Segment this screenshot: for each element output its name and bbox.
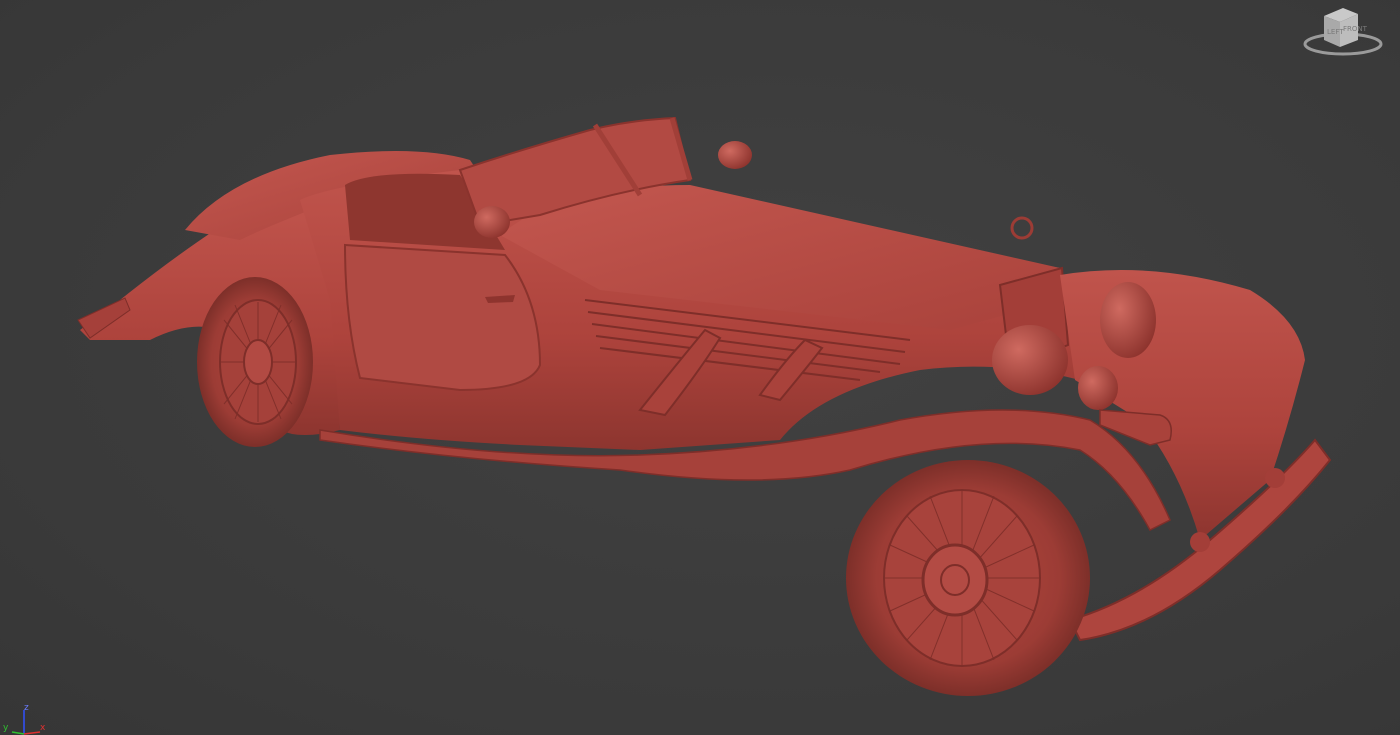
mirror-right xyxy=(718,141,752,169)
3d-viewport[interactable]: LEFT FRONT z x y xyxy=(0,0,1400,735)
x-axis-line xyxy=(23,731,41,735)
viewcube-face-left[interactable]: LEFT xyxy=(1327,28,1344,36)
mirror-left xyxy=(474,206,510,238)
car-model[interactable] xyxy=(0,0,1400,735)
front-wheel xyxy=(846,460,1090,696)
bumper-bolt-2 xyxy=(1265,468,1285,488)
rear-wheel xyxy=(197,277,313,447)
y-axis-line xyxy=(11,731,25,735)
z-axis-label: z xyxy=(24,703,29,713)
headlamp-right xyxy=(1100,282,1156,358)
y-axis-label: y xyxy=(3,723,9,733)
x-axis-label: x xyxy=(40,723,46,733)
hood-ornament xyxy=(1010,216,1034,240)
axis-tripod: z x y xyxy=(0,700,60,735)
viewcube-face-front[interactable]: FRONT xyxy=(1343,25,1367,33)
viewcube-icon[interactable]: LEFT FRONT xyxy=(1300,2,1386,62)
headlamp-left xyxy=(992,325,1068,395)
bumper-bolt-1 xyxy=(1190,532,1210,552)
fog-lamp xyxy=(1078,366,1118,410)
door-panel xyxy=(343,243,542,392)
